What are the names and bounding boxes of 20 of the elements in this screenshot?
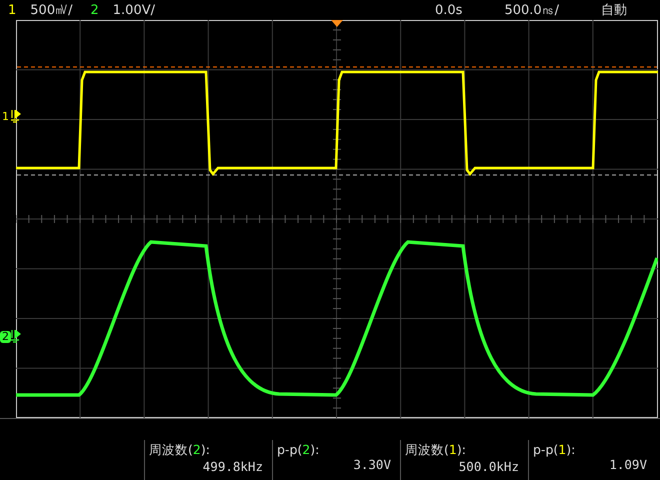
trigger-mode: 自動 (601, 2, 628, 19)
channel-number: 1 (8, 2, 16, 18)
channel-marker[interactable]: 1 (0, 111, 11, 123)
measurement-value: 500.0kHz (458, 459, 519, 474)
vertical-scale: 1.00V/ (112, 2, 155, 18)
vertical-scale: 500㎷/ (30, 2, 72, 19)
channel-marker[interactable]: 2 (0, 331, 11, 343)
measurement-label: p-p(1): (533, 442, 576, 457)
time-delay: 0.0s (434, 2, 462, 18)
channel-number: 2 (90, 2, 99, 18)
ground-icon (11, 110, 21, 124)
ground-icon (11, 330, 21, 344)
measurement-value: 1.09V (608, 457, 647, 472)
measurement-label: 周波数(1): (405, 442, 467, 459)
measurement-label: 周波数(2): (149, 442, 211, 459)
time-scale: 500.0㎱/ (504, 2, 560, 19)
measurement-value: 499.8kHz (202, 459, 263, 474)
measurement-label: p-p(2): (277, 442, 320, 457)
measurement-value: 3.30V (352, 457, 391, 472)
trigger-position-icon (331, 20, 343, 27)
